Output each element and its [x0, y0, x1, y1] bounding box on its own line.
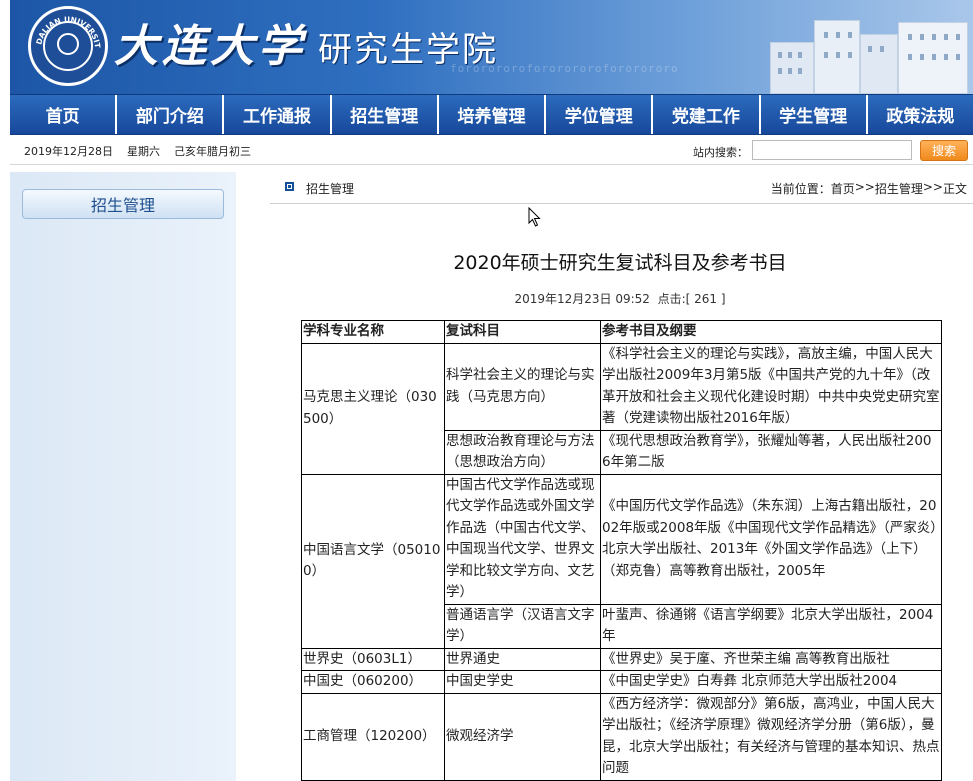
- article-title: 2020年硕士研究生复试科目及参考书目: [453, 252, 787, 274]
- table-cell-subject: 中国古代文学作品选或现代文学作品选或外国文学作品选（中国古代文学、中国现当代文学…: [444, 473, 601, 605]
- table-cell-books: 叶蜚声、徐通锵《语言学纲要》北京大学出版社，2004年: [600, 603, 942, 649]
- table-cell-books: 《西方经济学：微观部分》第6版，高鸿业，中国人民大学出版社；《经济学原理》微观经…: [600, 692, 942, 781]
- breadcrumb-prefix: 当前位置：: [770, 182, 831, 196]
- breadcrumb-admissions[interactable]: 招生管理: [875, 180, 923, 197]
- table-row: 马克思主义理论（030500） 科学社会主义的理论与实践（马克思方向） 《科学社…: [301, 342, 942, 475]
- search-button[interactable]: 搜索: [920, 140, 968, 161]
- sidebar: 招生管理: [10, 172, 236, 781]
- table-cell-books: 《中国史学史》白寿彝 北京师范大学出版社2004: [600, 670, 942, 694]
- publish-datetime: 2019年12月23日 09:52: [514, 292, 650, 306]
- table-row: 世界史（0603L1） 世界通史 《世界史》吴于廑、齐世荣主编 高等教育出版社: [301, 647, 942, 671]
- nav-item-training[interactable]: 培养管理: [439, 95, 547, 134]
- table-cell-books: 《世界史》吴于廑、齐世荣主编 高等教育出版社: [600, 647, 942, 671]
- nav-item-party[interactable]: 党建工作: [653, 95, 761, 134]
- table-row: 工商管理（120200） 微观经济学 《西方经济学：微观部分》第6版，高鸿业，中…: [301, 692, 942, 781]
- lunar-date-text: 己亥年腊月初三: [174, 145, 251, 158]
- breadcrumb-home[interactable]: 首页: [831, 180, 855, 197]
- breadcrumb-current: 正文: [942, 182, 967, 196]
- search-label: 站内搜索：: [693, 146, 748, 159]
- mouse-pointer-icon: [528, 207, 541, 227]
- table-cell-subject: 中国史学史: [444, 670, 601, 694]
- article-meta: 2019年12月23日 09:52 点击:[ 261 ]: [300, 290, 940, 307]
- weekday-text: 星期六: [127, 145, 160, 158]
- table-cell-books: 《科学社会主义的理论与实践》，高放主编，中国人民大学出版社2009年3月第5版《…: [600, 342, 942, 431]
- table-cell-subject: 世界通史: [444, 647, 601, 671]
- banner-decoration-text: fororororofororororofororororo: [450, 62, 679, 75]
- section-title: 招生管理: [306, 182, 355, 196]
- table-cell-major: 中国语言文学（050100）: [301, 473, 445, 649]
- breadcrumb-separator: >>: [922, 180, 943, 194]
- site-banner: fororororofororororofororororo DALIAN UN…: [10, 0, 973, 94]
- breadcrumb-separator: >>: [854, 180, 875, 194]
- nav-item-admissions[interactable]: 招生管理: [332, 95, 439, 134]
- square-bullet-icon: [285, 182, 294, 191]
- table-cell-books: 《中国历代文学作品选》（朱东润）上海古籍出版社，2002年版或2008年版《中国…: [600, 473, 942, 605]
- hits-count: [ 261 ]: [685, 292, 726, 306]
- nav-item-degrees[interactable]: 学位管理: [546, 95, 654, 134]
- column-header-subject: 复试科目: [444, 320, 601, 344]
- school-name: 研究生学院: [318, 30, 498, 70]
- table-cell-major: 工商管理（120200）: [301, 692, 445, 781]
- column-header-books: 参考书目及纲要: [600, 320, 942, 344]
- table-cell-books: 《现代思想政治教育学》，张耀灿等著，人民出版社2006年第二版: [600, 429, 942, 475]
- nav-item-home[interactable]: 首页: [10, 95, 118, 134]
- university-name: 大连大学: [114, 21, 306, 72]
- logo-emblem: [57, 33, 79, 55]
- current-date: 2019年12月28日 星期六 己亥年腊月初三: [24, 143, 251, 159]
- table-cell-major: 马克思主义理论（030500）: [301, 342, 445, 475]
- date-text: 2019年12月28日: [24, 145, 113, 158]
- table-cell-subject: 微观经济学: [444, 692, 601, 781]
- campus-building-illustration: [752, 12, 973, 94]
- main-nav: 首页 部门介绍 工作通报 招生管理 培养管理 学位管理 党建工作 学生管理 政策…: [10, 94, 973, 135]
- sidebar-item-admissions[interactable]: 招生管理: [22, 189, 224, 219]
- column-header-major: 学科专业名称: [301, 320, 445, 344]
- site-search-input[interactable]: [752, 140, 912, 160]
- table-cell-major: 中国史（060200）: [301, 670, 445, 694]
- exam-subjects-table: 学科专业名称 复试科目 参考书目及纲要 马克思主义理论（030500） 科学社会…: [301, 320, 942, 781]
- table-cell-subject: 普通语言学（汉语言文字学）: [444, 603, 601, 649]
- nav-item-policies[interactable]: 政策法规: [868, 95, 973, 134]
- info-bar: 2019年12月28日 星期六 己亥年腊月初三 站内搜索： 搜索: [10, 137, 973, 165]
- table-row: 中国语言文学（050100） 中国古代文学作品选或现代文学作品选或外国文学作品选…: [301, 473, 942, 649]
- content-header: 招生管理 当前位置： 首页 >> 招生管理 >> 正文: [270, 172, 973, 204]
- table-cell-subject: 思想政治教育理论与方法（思想政治方向）: [444, 429, 601, 475]
- university-logo-icon[interactable]: DALIAN UNIVERSITY: [28, 6, 108, 86]
- table-header-row: 学科专业名称 复试科目 参考书目及纲要: [301, 320, 942, 344]
- hits-label: 点击:: [657, 292, 686, 306]
- nav-item-students[interactable]: 学生管理: [761, 95, 868, 134]
- nav-item-notices[interactable]: 工作通报: [224, 95, 332, 134]
- breadcrumb: 当前位置： 首页 >> 招生管理 >> 正文: [771, 180, 967, 197]
- table-cell-major: 世界史（0603L1）: [301, 647, 445, 671]
- table-cell-subject: 科学社会主义的理论与实践（马克思方向）: [444, 342, 601, 431]
- nav-item-departments[interactable]: 部门介绍: [117, 95, 225, 134]
- table-row: 中国史（060200） 中国史学史 《中国史学史》白寿彝 北京师范大学出版社20…: [301, 670, 942, 694]
